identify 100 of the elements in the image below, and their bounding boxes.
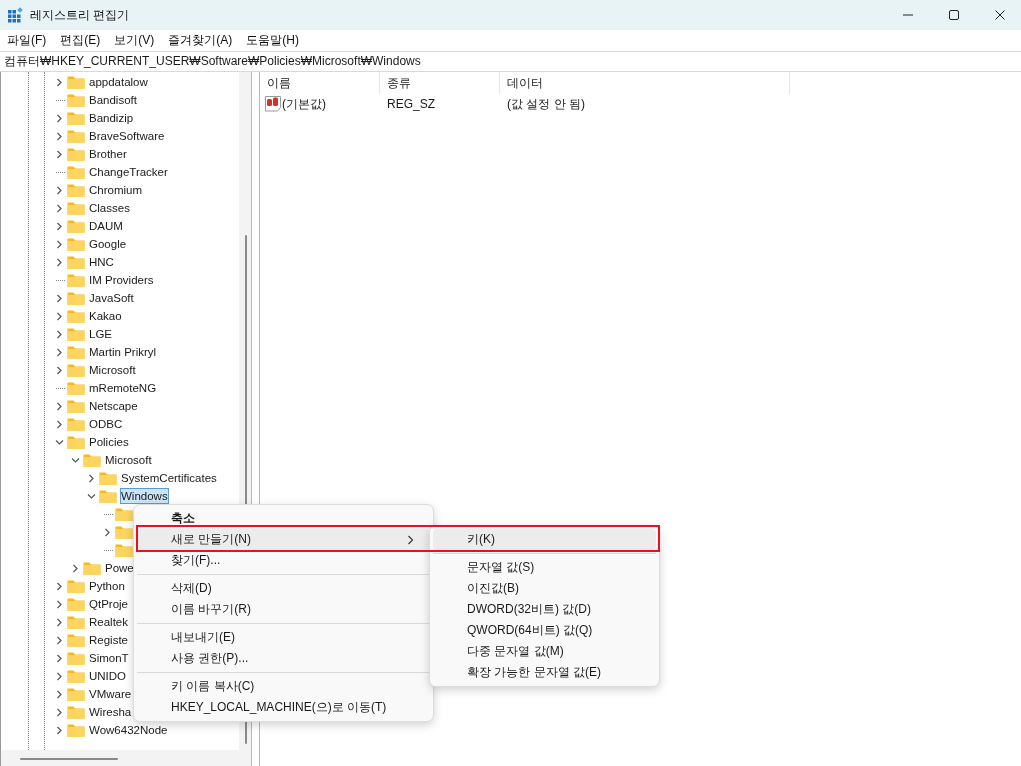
menu-item[interactable]: 새로 만들기(N) (137, 529, 430, 550)
tree-item[interactable]: Python (88, 578, 126, 594)
chevron-right-icon[interactable] (55, 77, 64, 87)
menu-item[interactable]: 확장 가능한 문자열 값(E) (433, 662, 656, 683)
folder-icon (67, 344, 85, 360)
tree-item[interactable]: Netscape (88, 398, 139, 414)
menu-item[interactable]: QWORD(64비트) 값(Q) (433, 620, 656, 641)
tree-item[interactable]: Powe (104, 560, 135, 576)
column-header[interactable]: 이름 (260, 72, 380, 94)
chevron-right-icon[interactable] (55, 185, 64, 195)
chevron-down-icon[interactable] (71, 455, 80, 465)
chevron-right-icon[interactable] (55, 113, 64, 123)
tree-item[interactable]: ChangeTracker (88, 164, 169, 180)
tree-item[interactable]: SystemCertificates (120, 470, 218, 486)
tree-item[interactable]: Wow6432Node (88, 722, 169, 738)
value-name[interactable]: (기본값) (282, 95, 326, 113)
menu-item[interactable]: 다중 문자열 값(M) (433, 641, 656, 662)
chevron-right-icon[interactable] (55, 131, 64, 141)
tree-item[interactable]: QtProje (88, 596, 129, 612)
chevron-right-icon[interactable] (55, 671, 64, 681)
chevron-right-icon[interactable] (55, 365, 64, 375)
chevron-right-icon[interactable] (103, 527, 112, 537)
chevron-right-icon[interactable] (55, 689, 64, 699)
menu-item[interactable]: DWORD(32비트) 값(D) (433, 599, 656, 620)
tree-item[interactable]: HNC (88, 254, 115, 270)
tree-item[interactable]: Registe (88, 632, 129, 648)
chevron-right-icon[interactable] (55, 725, 64, 735)
menu-item[interactable]: 이름 바꾸기(R) (137, 599, 430, 620)
chevron-right-icon[interactable] (55, 419, 64, 429)
chevron-right-icon[interactable] (55, 599, 64, 609)
menu-item[interactable]: 축소 (137, 508, 430, 529)
column-header[interactable]: 종류 (380, 72, 500, 94)
chevron-right-icon[interactable] (55, 581, 64, 591)
chevron-right-icon[interactable] (55, 239, 64, 249)
chevron-down-icon[interactable] (55, 437, 64, 447)
menu-item[interactable]: 키(K) (433, 529, 656, 550)
chevron-right-icon[interactable] (55, 329, 64, 339)
tree-item[interactable]: UNIDO (88, 668, 128, 684)
tree-item[interactable]: SimonT (88, 650, 130, 666)
tree-item[interactable]: VMware (88, 686, 133, 702)
chevron-right-icon[interactable] (55, 221, 64, 231)
tree-item[interactable]: DAUM (88, 218, 124, 234)
tree-item[interactable]: JavaSoft (88, 290, 135, 306)
menu-item[interactable]: 키 이름 복사(C) (137, 676, 430, 697)
tree-item[interactable]: Microsoft (104, 452, 153, 468)
menu-item[interactable]: 보기(V) (114, 31, 155, 49)
menu-item[interactable]: 편집(E) (60, 31, 101, 49)
chevron-right-icon[interactable] (55, 203, 64, 213)
chevron-right-icon[interactable] (55, 347, 64, 357)
tree-item[interactable]: Policies (88, 434, 130, 450)
chevron-right-icon[interactable] (55, 617, 64, 627)
tree-item[interactable]: Bandisoft (88, 92, 138, 108)
tree-item[interactable]: Bandizip (88, 110, 135, 126)
tree-item[interactable]: Classes (88, 200, 131, 216)
tree-item[interactable]: Kakao (88, 308, 123, 324)
tree-item[interactable]: BraveSoftware (88, 128, 166, 144)
window-title: 레지스트리 편집기 (30, 6, 130, 24)
chevron-right-icon[interactable] (71, 563, 80, 573)
chevron-right-icon[interactable] (55, 635, 64, 645)
chevron-right-icon[interactable] (55, 257, 64, 267)
tree-item[interactable]: Google (88, 236, 128, 252)
menu-item[interactable]: 즐겨찾기(A) (168, 31, 233, 49)
chevron-right-icon[interactable] (87, 473, 96, 483)
chevron-right-icon[interactable] (55, 149, 64, 159)
registry-app-icon (8, 7, 23, 23)
tree-item[interactable]: Brother (88, 146, 128, 162)
address-bar[interactable]: 컴퓨터₩HKEY_CURRENT_USER₩Software₩Policies₩Microsoft₩Windows (0, 51, 1021, 72)
chevron-down-icon[interactable] (87, 491, 96, 501)
horizontal-scrollbar[interactable] (1, 750, 251, 766)
menu-item[interactable]: 찾기(F)... (137, 550, 430, 571)
menu-item[interactable]: 이진값(B) (433, 578, 656, 599)
maximize-icon[interactable] (949, 10, 959, 20)
tree-item[interactable]: LGE (88, 326, 113, 342)
chevron-right-icon[interactable] (55, 311, 64, 321)
menu-item[interactable]: 사용 권한(P)... (137, 648, 430, 669)
chevron-right-icon[interactable] (55, 707, 64, 717)
tree-item[interactable]: Realtek (88, 614, 129, 630)
tree-item[interactable]: Wiresha (88, 704, 133, 720)
close-icon[interactable] (995, 10, 1005, 20)
tree-item[interactable]: Martin Prikryl (88, 344, 158, 360)
folder-icon (67, 308, 85, 324)
menu-item[interactable]: 문자열 값(S) (433, 557, 656, 578)
menu-item[interactable]: 삭제(D) (137, 578, 430, 599)
menu-item[interactable]: 도움말(H) (246, 31, 299, 49)
menu-item[interactable]: 파일(F) (7, 31, 47, 49)
tree-item[interactable]: ODBC (88, 416, 124, 432)
tree-item[interactable]: IM Providers (88, 272, 155, 288)
column-header[interactable]: 데이터 (500, 72, 790, 94)
chevron-right-icon[interactable] (55, 653, 64, 663)
tree-item[interactable]: Microsoft (88, 362, 137, 378)
menu-item[interactable]: HKEY_LOCAL_MACHINE(으)로 이동(T) (137, 697, 430, 718)
menu-item[interactable]: 내보내기(E) (137, 627, 430, 648)
folder-icon (67, 362, 85, 378)
tree-item[interactable]: appdatalow (88, 74, 149, 90)
chevron-right-icon[interactable] (55, 293, 64, 303)
tree-item[interactable]: Windows (120, 488, 169, 504)
folder-icon (99, 470, 117, 486)
tree-item[interactable]: Chromium (88, 182, 144, 198)
chevron-right-icon[interactable] (55, 401, 64, 411)
tree-item[interactable]: mRemoteNG (88, 380, 158, 396)
